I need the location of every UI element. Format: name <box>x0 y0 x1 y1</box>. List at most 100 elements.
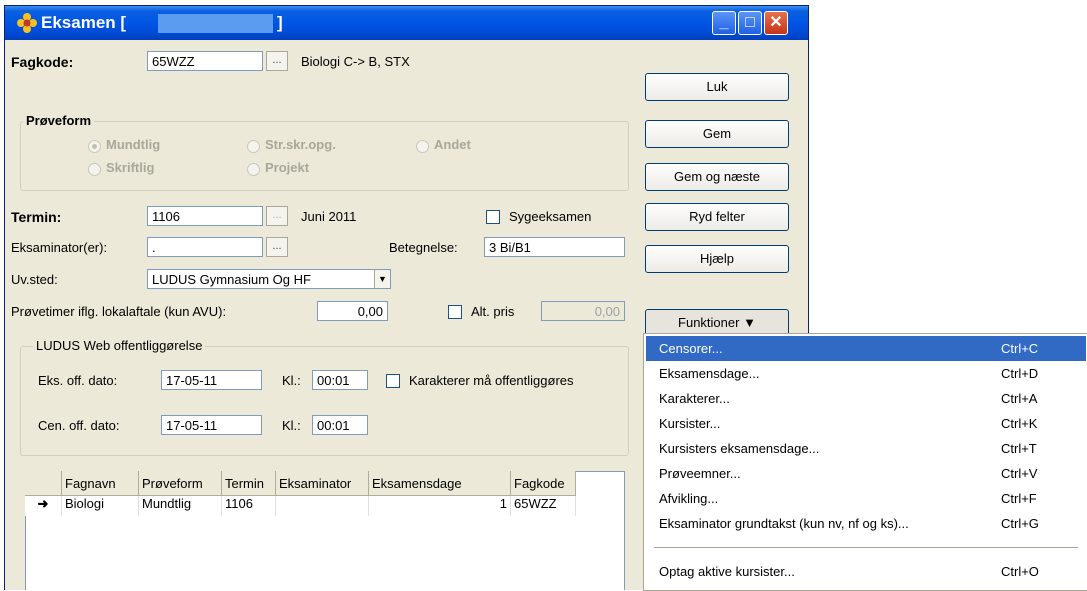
current-row-arrow-icon: ➜ <box>25 495 62 516</box>
close-button[interactable]: ✕ <box>764 11 788 35</box>
karakterer-label: Karakterer må offentliggøres <box>409 373 574 388</box>
menu-item-karakterer[interactable]: Karakterer... Ctrl+A <box>646 386 1086 411</box>
gem-og-naeste-button[interactable]: Gem og næste <box>645 163 789 191</box>
window-title-bracket: ] <box>277 13 283 32</box>
eksaminator-field[interactable]: . <box>147 237 263 257</box>
table-cell[interactable]: Biologi <box>61 495 139 516</box>
column-header[interactable]: Termin <box>221 471 276 496</box>
table-cell[interactable]: 65WZZ <box>510 495 576 516</box>
funktioner-menu: Censorer... Ctrl+C Eksamensdage... Ctrl+D … <box>643 333 1087 591</box>
radio-mundtlig[interactable] <box>88 140 101 153</box>
ludus-web-title: LUDUS Web offentliggørelse <box>33 338 206 353</box>
table-row[interactable]: ➜ Biologi Mundtlig 1106 1 65WZZ <box>25 495 576 516</box>
menu-item-label: Afvikling... <box>659 491 719 506</box>
ludus-web-group <box>20 346 629 456</box>
radio-andet[interactable] <box>416 140 429 153</box>
menu-item-eksaminator-grundtakst[interactable]: Eksaminator grundtakst (kun nv, nf og ks… <box>646 511 1086 536</box>
cen-kl-field[interactable]: 00:01 <box>312 415 368 435</box>
menu-item-label: Eksaminator grundtakst (kun nv, nf og ks… <box>659 516 909 531</box>
menu-item-shortcut: Ctrl+K <box>1001 416 1038 431</box>
radio-projekt[interactable] <box>247 163 260 176</box>
menu-item-label: Kursisters eksamensdage... <box>659 441 820 456</box>
betegnelse-label: Betegnelse: <box>389 240 458 255</box>
window-title: Eksamen [ <box>41 13 127 32</box>
radio-selected-dot <box>92 144 97 149</box>
cen-kl-label: Kl.: <box>282 418 301 433</box>
cen-off-dato-label: Cen. off. dato: <box>38 418 120 433</box>
cen-off-dato-field[interactable]: 17-05-11 <box>161 415 262 435</box>
funktioner-dropdown-icon: ▼ <box>743 315 756 330</box>
column-header[interactable]: Fagkode <box>510 471 576 496</box>
uvsted-select[interactable]: LUDUS Gymnasium Og HF <box>147 269 391 289</box>
maximize-button[interactable]: □ <box>738 11 762 35</box>
uvsted-dropdown-arrow-icon[interactable]: ▼ <box>374 270 390 288</box>
table-cell[interactable] <box>275 495 369 516</box>
menu-item-label: Optag aktive kursister... <box>659 564 795 579</box>
menu-item-optag-aktive-kursister[interactable]: Optag aktive kursister... Ctrl+O <box>646 559 1086 584</box>
column-header[interactable]: Eksaminator <box>275 471 369 496</box>
menu-item-label: Kursister... <box>659 416 721 431</box>
betegnelse-field[interactable]: 3 Bi/B1 <box>484 237 625 257</box>
alt-pris-field[interactable]: 0,00 <box>541 301 625 321</box>
menu-item-censorer[interactable]: Censorer... Ctrl+C <box>646 336 1086 361</box>
termin-label: Termin: <box>11 209 62 225</box>
menu-item-label: Karakterer... <box>659 391 730 406</box>
radio-skriftlig[interactable] <box>88 163 101 176</box>
gem-button[interactable]: Gem <box>645 120 789 148</box>
fagkode-browse-button[interactable]: ... <box>266 51 288 71</box>
radio-label-andet: Andet <box>434 137 471 152</box>
menu-item-proveemner[interactable]: Prøveemner... Ctrl+V <box>646 461 1086 486</box>
fagkode-label: Fagkode: <box>11 54 74 70</box>
termin-description: Juni 2011 <box>301 209 357 224</box>
row-selector-header <box>25 471 62 496</box>
hjaelp-button[interactable]: Hjælp <box>645 245 789 273</box>
eks-off-dato-label: Eks. off. dato: <box>38 373 118 388</box>
eks-kl-field[interactable]: 00:01 <box>312 370 368 390</box>
maximize-icon: □ <box>745 14 755 31</box>
menu-item-label: Eksamensdage... <box>659 366 760 381</box>
radio-label-skriftlig: Skriftlig <box>106 160 155 175</box>
eks-off-dato-field[interactable]: 17-05-11 <box>161 370 262 390</box>
menu-item-shortcut: Ctrl+O <box>1001 564 1039 579</box>
proveform-title: Prøveform <box>23 113 95 128</box>
karakterer-checkbox[interactable] <box>386 374 400 388</box>
menu-item-shortcut: Ctrl+A <box>1001 391 1038 406</box>
menu-item-shortcut: Ctrl+G <box>1001 516 1039 531</box>
menu-item-shortcut: Ctrl+C <box>1001 341 1039 356</box>
termin-browse-button[interactable]: ... <box>266 206 288 226</box>
column-header[interactable]: Eksamensdage <box>368 471 511 496</box>
provetimer-label: Prøvetimer iflg. lokalaftale (kun AVU): <box>11 304 227 319</box>
alt-pris-label: Alt. pris <box>471 304 515 319</box>
menu-item-shortcut: Ctrl+F <box>1001 491 1037 506</box>
sygeeksamen-checkbox[interactable] <box>486 210 500 224</box>
table-cell[interactable]: 1106 <box>221 495 276 516</box>
menu-item-eksamensdage[interactable]: Eksamensdage... Ctrl+D <box>646 361 1086 386</box>
table-cell[interactable]: Mundtlig <box>138 495 222 516</box>
menu-item-shortcut: Ctrl+T <box>1001 441 1037 456</box>
menu-item-kursister[interactable]: Kursister... Ctrl+K <box>646 411 1086 436</box>
ryd-felter-button[interactable]: Ryd felter <box>645 203 789 231</box>
table-header-row: Fagnavn Prøveform Termin Eksaminator Eks… <box>25 471 576 496</box>
title-bar[interactable]: Eksamen [ ] _ □ ✕ <box>5 6 808 40</box>
menu-item-kursisters-eksamensdage[interactable]: Kursisters eksamensdage... Ctrl+T <box>646 436 1086 461</box>
table-cell[interactable]: 1 <box>368 495 511 516</box>
exam-table: Fagnavn Prøveform Termin Eksaminator Eks… <box>25 471 576 516</box>
luk-button[interactable]: Luk <box>645 73 789 101</box>
uvsted-label: Uv.sted: <box>11 272 58 287</box>
provetimer-field[interactable]: 0,00 <box>317 301 388 321</box>
minimize-icon: _ <box>719 14 729 31</box>
eks-kl-label: Kl.: <box>282 373 301 388</box>
menu-separator <box>654 547 1078 548</box>
column-header[interactable]: Fagnavn <box>61 471 139 496</box>
fagkode-field[interactable]: 65WZZ <box>147 51 263 71</box>
radio-str-skr-opg[interactable] <box>247 140 260 153</box>
proveform-group <box>20 121 629 191</box>
eksaminator-browse-button[interactable]: ... <box>266 237 288 257</box>
menu-item-afvikling[interactable]: Afvikling... Ctrl+F <box>646 486 1086 511</box>
termin-field[interactable]: 1106 <box>147 206 263 226</box>
minimize-button[interactable]: _ <box>712 11 736 35</box>
alt-pris-checkbox[interactable] <box>448 305 462 319</box>
column-header[interactable]: Prøveform <box>138 471 222 496</box>
funktioner-label: Funktioner <box>678 315 740 330</box>
menu-item-label: Prøveemner... <box>659 466 741 481</box>
